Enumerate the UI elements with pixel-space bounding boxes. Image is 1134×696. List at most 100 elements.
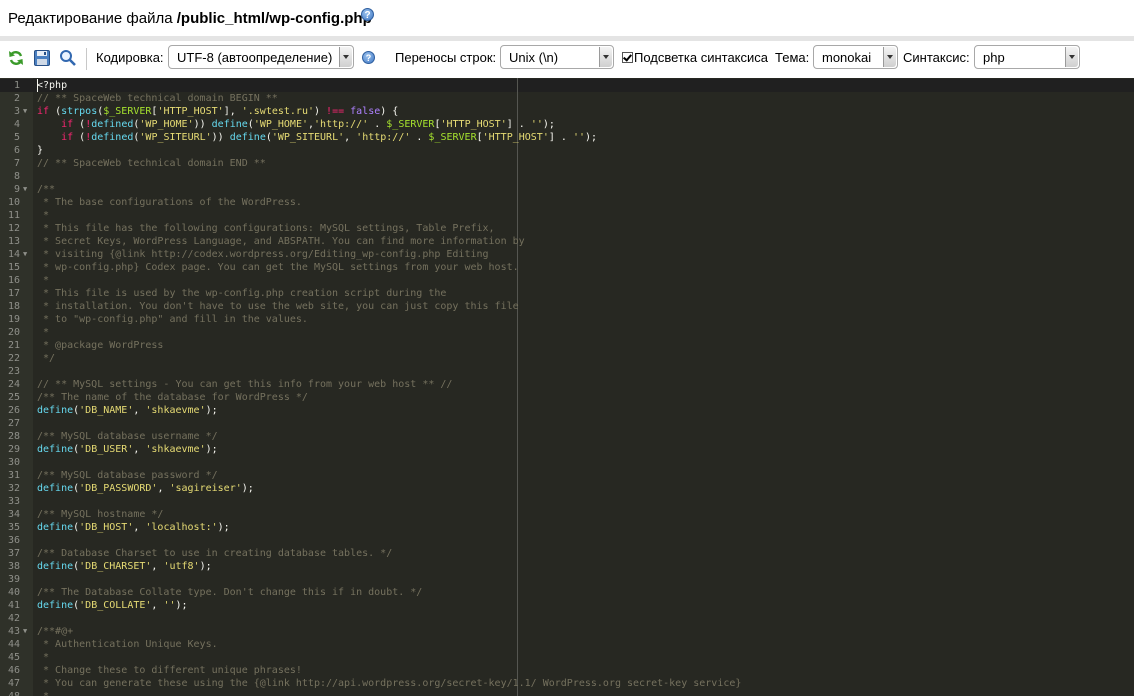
code-line[interactable]: 35 define('DB_HOST', 'localhost:');: [0, 521, 1134, 534]
title-bar: Редактирование файла /public_html/wp-con…: [0, 0, 1134, 36]
code-text: *: [37, 210, 50, 221]
code-text: * This file has the following configurat…: [37, 223, 495, 234]
line-number: 47: [7, 678, 20, 689]
help-icon[interactable]: ?: [361, 8, 374, 21]
chevron-down-icon[interactable]: [599, 47, 612, 67]
code-text: * wp-config.php} Codex page. You can get…: [37, 262, 519, 273]
line-number: 2: [13, 93, 20, 104]
code-line[interactable]: 17 * This file is used by the wp-config.…: [0, 287, 1134, 300]
code-line[interactable]: 28 /** MySQL database username */: [0, 430, 1134, 443]
syntax-select[interactable]: php: [974, 45, 1080, 69]
line-number: 48: [0, 690, 20, 696]
code-line[interactable]: 23: [0, 365, 1134, 378]
code-line[interactable]: 47 * You can generate these using the {@…: [0, 677, 1134, 690]
line-number: 43: [7, 626, 20, 637]
file-path: /public_html/wp-config.php: [176, 10, 372, 27]
code-line[interactable]: 37 /** Database Charset to use in creatin…: [0, 547, 1134, 560]
highlight-label: Подсветка синтаксиса: [634, 50, 769, 65]
code-text: *: [37, 690, 49, 696]
code-line[interactable]: 15 * wp-config.php} Codex page. You can …: [0, 261, 1134, 274]
encoding-select[interactable]: UTF-8 (автоопределение): [168, 45, 354, 69]
code-line[interactable]: 7 // ** SpaceWeb technical domain END **: [0, 157, 1134, 170]
code-line[interactable]: 44 * Authentication Unique Keys.: [0, 638, 1134, 651]
theme-select[interactable]: monokai: [813, 45, 898, 69]
code-line[interactable]: 2 // ** SpaceWeb technical domain BEGIN *…: [0, 92, 1134, 105]
chevron-down-icon[interactable]: [339, 47, 352, 67]
code-line[interactable]: 29 define('DB_USER', 'shkaevme');: [0, 443, 1134, 456]
code-text: }: [37, 145, 44, 156]
code-line[interactable]: 33: [0, 495, 1134, 508]
code-line[interactable]: 16 *: [0, 274, 1134, 287]
line-number: 11: [7, 210, 20, 221]
code-line[interactable]: 48 *: [0, 690, 1134, 696]
code-line[interactable]: 13 * Secret Keys, WordPress Language, an…: [0, 235, 1134, 248]
code-line[interactable]: 19 * to "wp-config.php" and fill in the …: [0, 313, 1134, 326]
code-line[interactable]: 14 ▼ * visiting {@link http://codex.wordp…: [0, 248, 1134, 261]
code-line[interactable]: 3 ▼ if (strpos($_SERVER['HTTP_HOST'], '.sw…: [0, 105, 1134, 118]
line-number: 37: [7, 548, 20, 559]
highlight-checkbox[interactable]: [622, 52, 633, 63]
fold-arrow-icon[interactable]: ▼: [23, 625, 27, 638]
code-line[interactable]: 34 /** MySQL hostname */: [0, 508, 1134, 521]
code-line[interactable]: 18 * installation. You don't have to use…: [0, 300, 1134, 313]
line-number: 6: [13, 145, 20, 156]
help-icon[interactable]: ?: [362, 51, 375, 64]
code-text: // ** SpaceWeb technical domain END **: [37, 158, 266, 169]
line-endings-label: Переносы строк:: [395, 50, 497, 65]
code-text: * Change these to different unique phras…: [37, 665, 302, 676]
code-text: /** MySQL hostname */: [37, 509, 164, 520]
code-text: * Authentication Unique Keys.: [37, 639, 218, 650]
theme-value: monokai: [822, 50, 872, 65]
save-icon[interactable]: [33, 49, 51, 67]
code-line[interactable]: 26 define('DB_NAME', 'shkaevme');: [0, 404, 1134, 417]
code-text: /** Database Charset to use in creating …: [37, 548, 393, 559]
code-line[interactable]: 1 <?php: [0, 79, 1134, 92]
code-editor[interactable]: 1 <?php 2 // ** SpaceWeb technical domain B…: [0, 78, 1134, 696]
code-line[interactable]: 41 define('DB_COLLATE', '');: [0, 599, 1134, 612]
code-line[interactable]: 45 *: [0, 651, 1134, 664]
code-line[interactable]: 25 /** The name of the database for WordP…: [0, 391, 1134, 404]
code-line[interactable]: 9 ▼ /**: [0, 183, 1134, 196]
line-number: 7: [13, 158, 20, 169]
line-number: 40: [7, 587, 20, 598]
line-number: 8: [13, 171, 20, 182]
code-line[interactable]: 36: [0, 534, 1134, 547]
code-line[interactable]: 22 */: [0, 352, 1134, 365]
code-line[interactable]: 32 define('DB_PASSWORD', 'sagireiser');: [0, 482, 1134, 495]
refresh-icon[interactable]: [7, 49, 25, 67]
code-line[interactable]: 6}: [0, 144, 1134, 157]
code-line[interactable]: 21 * @package WordPress: [0, 339, 1134, 352]
code-line[interactable]: 38 define('DB_CHARSET', 'utf8');: [0, 560, 1134, 573]
code-text: <?php: [37, 80, 68, 91]
line-number: 21: [7, 340, 20, 351]
code-line[interactable]: 46 * Change these to different unique ph…: [0, 664, 1134, 677]
fold-arrow-icon[interactable]: ▼: [23, 183, 27, 196]
fold-arrow-icon[interactable]: ▼: [23, 248, 27, 261]
code-line[interactable]: 12 * This file has the following configu…: [0, 222, 1134, 235]
code-line[interactable]: 27: [0, 417, 1134, 430]
code-text: *: [37, 327, 50, 338]
line-number: 33: [7, 496, 20, 507]
fold-arrow-icon[interactable]: ▼: [23, 105, 27, 118]
code-line[interactable]: 20 *: [0, 326, 1134, 339]
code-text: * @package WordPress: [37, 340, 164, 351]
line-endings-select[interactable]: Unix (\n): [500, 45, 614, 69]
code-line[interactable]: 8: [0, 170, 1134, 183]
code-text: * This file is used by the wp-config.php…: [37, 288, 447, 299]
code-line[interactable]: 40 /** The Database Collate type. Don't c…: [0, 586, 1134, 599]
code-line[interactable]: 42: [0, 612, 1134, 625]
chevron-down-icon[interactable]: [1065, 47, 1078, 67]
code-line[interactable]: 11 *: [0, 209, 1134, 222]
search-icon[interactable]: [59, 49, 77, 67]
code-line[interactable]: 4 if (!defined('WP_HOME')) define('WP_HO…: [0, 118, 1134, 131]
code-line[interactable]: 30: [0, 456, 1134, 469]
code-line[interactable]: 10 * The base configurations of the Word…: [0, 196, 1134, 209]
code-line[interactable]: 31 /** MySQL database password */: [0, 469, 1134, 482]
code-line[interactable]: 43 ▼ /**#@+: [0, 625, 1134, 638]
code-line[interactable]: 39: [0, 573, 1134, 586]
code-line[interactable]: 24 // ** MySQL settings - You can get thi…: [0, 378, 1134, 391]
code-line[interactable]: 5 if (!defined('WP_SITEURL')) define('WP…: [0, 131, 1134, 144]
code-text: */: [37, 353, 56, 364]
line-number: 44: [7, 639, 20, 650]
chevron-down-icon[interactable]: [883, 47, 896, 67]
